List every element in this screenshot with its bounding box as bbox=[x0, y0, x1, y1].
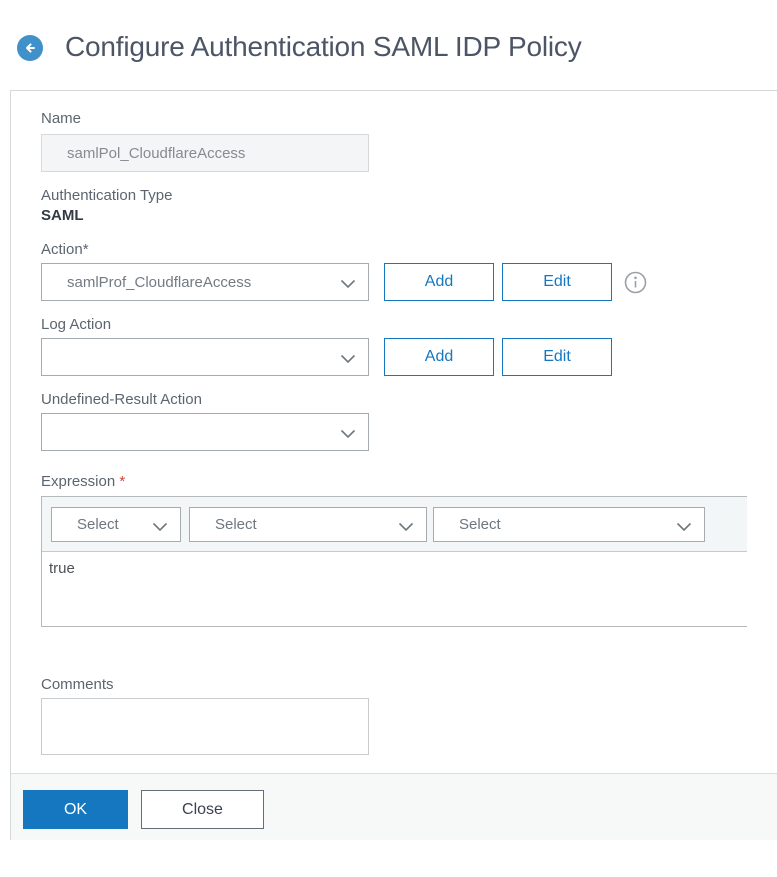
back-button[interactable] bbox=[17, 35, 43, 61]
log-action-label: Log Action bbox=[41, 316, 112, 333]
chevron-down-icon bbox=[340, 277, 356, 289]
name-label: Name bbox=[41, 110, 82, 127]
undefined-action-dropdown[interactable] bbox=[41, 413, 369, 451]
action-dropdown[interactable]: samlProf_CloudflareAccess bbox=[41, 263, 369, 301]
log-action-edit-button[interactable]: Edit bbox=[502, 338, 612, 376]
log-action-dropdown[interactable] bbox=[41, 338, 369, 376]
chevron-down-icon bbox=[676, 520, 692, 531]
expression-select-2[interactable]: Select bbox=[189, 507, 427, 542]
log-action-add-button[interactable]: Add bbox=[384, 338, 494, 376]
undefined-action-label: Undefined-Result Action bbox=[41, 391, 202, 408]
auth-type-value: SAML bbox=[41, 207, 84, 224]
action-label: Action* bbox=[41, 241, 89, 258]
chevron-down-icon bbox=[340, 352, 356, 364]
page-title: Configure Authentication SAML IDP Policy bbox=[65, 31, 582, 62]
comments-input[interactable] bbox=[41, 698, 369, 755]
expression-label-text: Expression bbox=[41, 473, 116, 490]
expression-select-1-value: Select bbox=[77, 516, 119, 533]
expression-label: Expression * bbox=[41, 474, 777, 489]
close-button[interactable]: Close bbox=[141, 790, 264, 829]
info-icon[interactable] bbox=[624, 271, 647, 294]
expression-editor: Select Select Select true bbox=[41, 496, 747, 627]
arrow-left-icon bbox=[22, 40, 38, 56]
comments-label: Comments bbox=[41, 676, 114, 693]
ok-button[interactable]: OK bbox=[23, 790, 128, 829]
chevron-down-icon bbox=[152, 520, 168, 531]
action-dropdown-value: samlProf_CloudflareAccess bbox=[67, 273, 252, 291]
form-body: Name Authentication Type SAML Action* sa… bbox=[11, 91, 777, 773]
configure-form-panel: Name Authentication Type SAML Action* sa… bbox=[10, 90, 777, 840]
expression-select-2-value: Select bbox=[215, 516, 257, 533]
expression-select-3-value: Select bbox=[459, 516, 501, 533]
chevron-down-icon bbox=[340, 427, 356, 439]
form-footer: OK Close bbox=[11, 773, 777, 840]
name-input bbox=[41, 134, 369, 172]
required-asterisk: * bbox=[119, 473, 126, 490]
expression-input[interactable]: true bbox=[42, 552, 747, 626]
chevron-down-icon bbox=[398, 520, 414, 531]
action-edit-button[interactable]: Edit bbox=[502, 263, 612, 301]
expression-toolbar: Select Select Select bbox=[42, 497, 747, 552]
expression-select-1[interactable]: Select bbox=[51, 507, 181, 542]
expression-select-3[interactable]: Select bbox=[433, 507, 705, 542]
page-header: Configure Authentication SAML IDP Policy bbox=[0, 0, 777, 90]
auth-type-label: Authentication Type bbox=[41, 187, 173, 204]
action-add-button[interactable]: Add bbox=[384, 263, 494, 301]
